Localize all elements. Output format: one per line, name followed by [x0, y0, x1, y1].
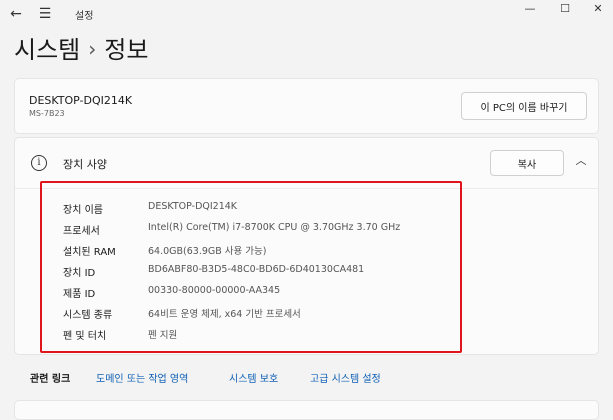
spec-label: 장치 이름	[63, 205, 103, 216]
spec-label: 제품 ID	[63, 289, 96, 300]
domain-workgroup-link[interactable]: 도메인 또는 작업 영역	[96, 370, 188, 385]
rename-pc-button[interactable]: 이 PC의 이름 바꾸기	[461, 92, 587, 120]
related-links-label: 관련 링크	[30, 374, 71, 385]
copy-button[interactable]: 복사	[490, 150, 564, 176]
spec-value: 펜 지원	[148, 330, 178, 341]
info-icon: i	[31, 155, 47, 171]
spec-label: 시스템 종류	[63, 310, 113, 321]
device-specs-title: 장치 사양	[63, 158, 107, 171]
device-specs-header[interactable]: i 장치 사양 복사 ︿	[15, 138, 598, 188]
spec-value: 00330-80000-00000-AA345	[148, 285, 281, 296]
spec-label: 설치된 RAM	[63, 247, 116, 258]
chevron-right-icon: ›	[88, 37, 97, 61]
breadcrumb-parent[interactable]: 시스템	[14, 36, 80, 64]
system-protection-link[interactable]: 시스템 보호	[229, 370, 278, 385]
device-model: MS-7B23	[29, 109, 65, 118]
related-links-bar: 관련 링크 도메인 또는 작업 영역 시스템 보호 고급 시스템 설정	[14, 358, 599, 398]
spec-label: 프로세서	[63, 226, 100, 237]
device-name: DESKTOP-DQI214K	[29, 94, 133, 107]
next-settings-card	[14, 400, 599, 420]
spec-value: 64비트 운영 체제, x64 기반 프로세서	[148, 309, 301, 320]
back-arrow-icon[interactable]: ←	[8, 5, 24, 23]
advanced-system-settings-link[interactable]: 고급 시스템 설정	[310, 370, 381, 385]
hamburger-menu-icon[interactable]: ☰	[37, 5, 53, 23]
app-title: 설정	[75, 11, 94, 22]
spec-value: BD6ABF80-B3D5-48C0-BD6D-6D40130CA481	[148, 264, 365, 275]
spec-value: DESKTOP-DQI214K	[148, 201, 238, 212]
pc-name-card: DESKTOP-DQI214K MS-7B23 이 PC의 이름 바꾸기	[14, 78, 599, 134]
page-title: 정보	[104, 36, 149, 64]
chevron-up-icon[interactable]: ︿	[573, 153, 589, 169]
breadcrumb: 시스템 › 정보	[14, 30, 149, 64]
spec-value: Intel(R) Core(TM) i7-8700K CPU @ 3.70GHz…	[148, 222, 401, 233]
spec-value: 64.0GB(63.9GB 사용 가능)	[148, 246, 267, 257]
divider	[15, 188, 598, 189]
spec-label: 장치 ID	[63, 268, 96, 279]
minimize-icon[interactable]: —	[510, 0, 550, 22]
title-bar: ← ☰ 설정 — ☐ ✕	[0, 0, 613, 28]
spec-label: 펜 및 터치	[63, 331, 107, 342]
close-icon[interactable]: ✕	[578, 0, 613, 22]
